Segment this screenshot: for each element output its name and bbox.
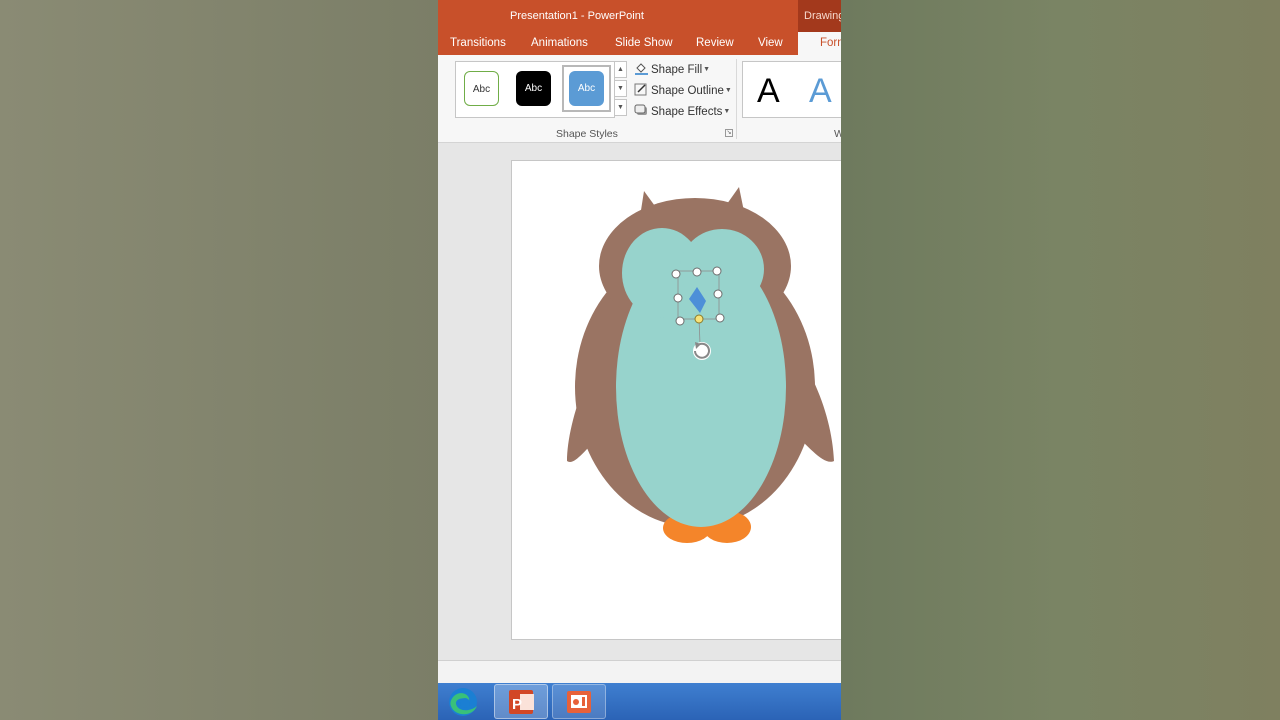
shape-styles-group-label: Shape Styles xyxy=(556,128,618,140)
shape-fill-button[interactable]: Shape Fill▼ xyxy=(634,62,710,80)
shape-styles-gallery: Abc Abc Abc xyxy=(455,61,615,118)
drawing-tools-context-tab: Drawing xyxy=(798,0,841,32)
group-divider xyxy=(736,59,737,139)
powerpoint-window: Presentation1 - PowerPoint Drawing Trans… xyxy=(438,0,841,720)
slide-canvas[interactable] xyxy=(511,160,841,640)
windows-taskbar: P xyxy=(438,683,841,720)
gallery-scroll: ▲ ▼ ▼ xyxy=(614,61,627,116)
dropdown-caret-icon: ▼ xyxy=(703,66,711,73)
edge-taskbar-button[interactable] xyxy=(444,684,482,719)
svg-text:P: P xyxy=(512,696,522,713)
shape-fill-label: Shape Fill xyxy=(651,64,703,76)
presentation-taskbar-button[interactable] xyxy=(552,684,606,719)
effects-icon xyxy=(634,104,647,115)
shape-effects-label: Shape Effects xyxy=(651,106,723,118)
context-tab-label: Drawing xyxy=(804,10,841,22)
shape-effects-button[interactable]: Shape Effects▼ xyxy=(634,104,730,122)
gallery-more-icon[interactable]: ▼ xyxy=(614,99,627,116)
adjust-handle[interactable] xyxy=(694,314,704,324)
powerpoint-taskbar-button[interactable]: P xyxy=(494,684,548,719)
powerpoint-icon: P xyxy=(509,690,534,714)
shape-style-swatch-black[interactable]: Abc xyxy=(516,71,551,106)
tab-animations[interactable]: Animations xyxy=(531,37,588,49)
resize-handle-sw[interactable] xyxy=(675,316,685,326)
slide-editing-area xyxy=(438,143,841,660)
edge-icon xyxy=(449,688,477,716)
dropdown-caret-icon: ▼ xyxy=(723,108,731,115)
tab-transitions[interactable]: Transitions xyxy=(450,37,506,49)
wordart-style-black[interactable]: A xyxy=(757,72,780,111)
title-bar: Presentation1 - PowerPoint Drawing xyxy=(438,0,841,32)
background-left xyxy=(0,0,438,720)
background-right xyxy=(841,0,1280,720)
resize-handle-w[interactable] xyxy=(673,293,683,303)
wordart-style-blue[interactable]: A xyxy=(809,72,832,111)
gallery-scroll-down-icon[interactable]: ▼ xyxy=(614,80,627,97)
wordart-styles-gallery: A A xyxy=(742,61,841,118)
tab-format-label: Forn xyxy=(820,37,841,49)
presentation-icon xyxy=(567,691,591,713)
status-strip xyxy=(438,660,841,684)
ribbon: Abc Abc Abc ▲ ▼ ▼ Shape Fill▼ Shape Outl… xyxy=(438,55,841,143)
gallery-scroll-up-icon[interactable]: ▲ xyxy=(614,61,627,78)
wordart-group-label: W xyxy=(834,128,841,140)
rotate-handle-icon[interactable] xyxy=(693,342,711,360)
shape-style-swatch-outline[interactable]: Abc xyxy=(464,71,499,106)
resize-handle-ne[interactable] xyxy=(712,266,722,276)
resize-handle-nw[interactable] xyxy=(671,269,681,279)
resize-handle-se[interactable] xyxy=(715,313,725,323)
owl-drawing xyxy=(567,187,834,543)
tab-view[interactable]: View xyxy=(758,37,783,49)
paint-bucket-icon xyxy=(635,63,648,75)
pen-icon xyxy=(634,83,647,96)
tab-review[interactable]: Review xyxy=(696,37,734,49)
dialog-launcher-icon[interactable]: ↘ xyxy=(725,129,733,137)
resize-handle-n[interactable] xyxy=(692,267,702,277)
shape-style-swatch-blue[interactable]: Abc xyxy=(569,71,604,106)
shape-outline-label: Shape Outline xyxy=(651,85,724,97)
tab-format[interactable]: Forn xyxy=(798,32,841,55)
dropdown-caret-icon: ▼ xyxy=(724,87,732,94)
tab-slide-show[interactable]: Slide Show xyxy=(615,37,673,49)
window-title: Presentation1 - PowerPoint xyxy=(510,10,644,22)
shape-outline-button[interactable]: Shape Outline▼ xyxy=(634,83,732,101)
ribbon-tabs: Transitions Animations Slide Show Review… xyxy=(438,32,841,55)
resize-handle-e[interactable] xyxy=(713,289,723,299)
